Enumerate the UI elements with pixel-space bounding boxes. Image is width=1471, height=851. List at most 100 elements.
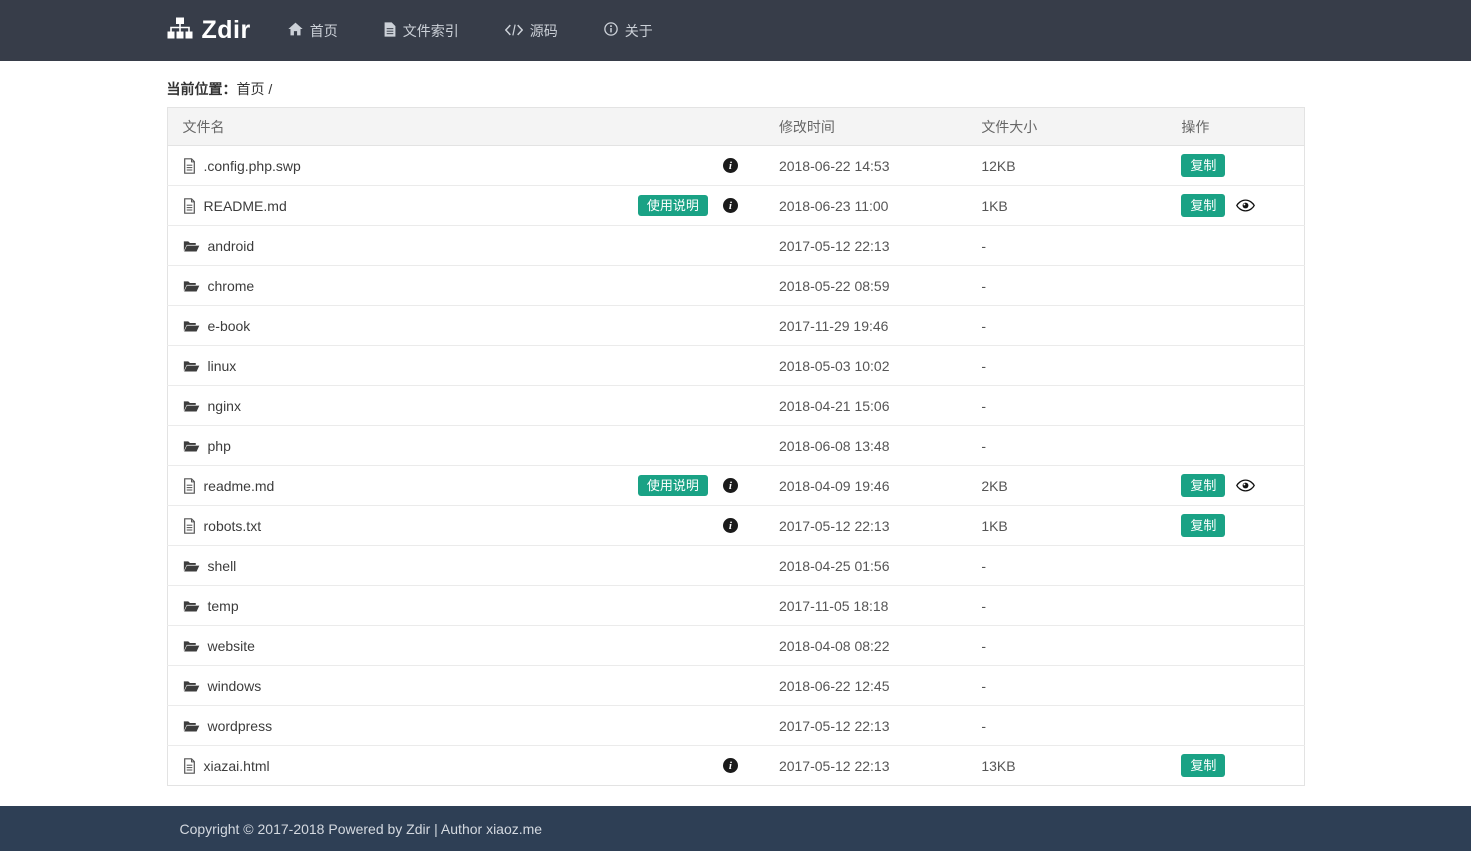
file-size-cell: -: [966, 666, 1166, 706]
filename-link[interactable]: .config.php.swp: [204, 158, 301, 174]
nav-item-label: 源码: [530, 21, 558, 41]
actions-cell: [1166, 226, 1304, 266]
actions-cell: [1166, 266, 1304, 306]
column-header-action: 操作: [1166, 108, 1304, 146]
filename-link[interactable]: nginx: [208, 398, 241, 414]
file-text-icon: [183, 478, 196, 494]
filename-link[interactable]: shell: [208, 558, 237, 574]
table-row: xiazai.html i 2017-05-12 22:13 13KB 复制: [167, 746, 1304, 786]
filename-link[interactable]: e-book: [208, 318, 251, 334]
modified-time-cell: 2017-11-05 18:18: [764, 586, 966, 626]
modified-time-cell: 2017-11-29 19:46: [764, 306, 966, 346]
actions-cell: [1166, 586, 1304, 626]
nav-item-label: 首页: [310, 21, 338, 41]
info-icon[interactable]: i: [723, 198, 738, 213]
info-icon[interactable]: i: [723, 518, 738, 533]
filename-cell: e-book: [167, 306, 764, 346]
filename-cell: shell: [167, 546, 764, 586]
home-icon: [288, 22, 303, 39]
filename-link[interactable]: wordpress: [208, 718, 273, 734]
folder-open-icon: [183, 279, 200, 293]
filename-cell: readme.md 使用说明 i: [167, 466, 764, 506]
file-size-cell: -: [966, 306, 1166, 346]
actions-cell: [1166, 386, 1304, 426]
folder-open-icon: [183, 679, 200, 693]
file-size-cell: -: [966, 626, 1166, 666]
filename-link[interactable]: xiazai.html: [204, 758, 270, 774]
table-row: linux 2018-05-03 10:02 -: [167, 346, 1304, 386]
top-navbar: Zdir 首页 文件索引: [0, 0, 1471, 61]
filename-cell: website: [167, 626, 764, 666]
brand-logo[interactable]: Zdir: [167, 16, 251, 45]
file-size-cell: -: [966, 546, 1166, 586]
nav-item-about[interactable]: 关于: [581, 0, 676, 61]
table-row: robots.txt i 2017-05-12 22:13 1KB 复制: [167, 506, 1304, 546]
filename-link[interactable]: linux: [208, 358, 237, 374]
preview-eye-icon[interactable]: [1236, 199, 1255, 212]
actions-cell: [1166, 346, 1304, 386]
filename-cell: wordpress: [167, 706, 764, 746]
file-size-cell: 1KB: [966, 506, 1166, 546]
filename-cell: chrome: [167, 266, 764, 306]
filename-link[interactable]: chrome: [208, 278, 255, 294]
nav-item-source[interactable]: 源码: [482, 0, 581, 61]
file-text-icon: [183, 158, 196, 174]
table-row: windows 2018-06-22 12:45 -: [167, 666, 1304, 706]
actions-cell: [1166, 306, 1304, 346]
filename-link[interactable]: android: [208, 238, 255, 254]
file-size-cell: 13KB: [966, 746, 1166, 786]
modified-time-cell: 2018-05-03 10:02: [764, 346, 966, 386]
actions-cell: 复制: [1166, 146, 1304, 186]
filename-link[interactable]: README.md: [204, 198, 287, 214]
breadcrumb-current-link[interactable]: 首页 /: [237, 79, 273, 99]
filename-cell: linux: [167, 346, 764, 386]
file-size-cell: 1KB: [966, 186, 1166, 226]
nav-item-file-index[interactable]: 文件索引: [361, 0, 482, 61]
copy-button[interactable]: 复制: [1181, 474, 1225, 497]
filename-link[interactable]: temp: [208, 598, 239, 614]
copy-button[interactable]: 复制: [1181, 514, 1225, 537]
nav-item-label: 文件索引: [403, 21, 459, 41]
preview-eye-icon[interactable]: [1236, 479, 1255, 492]
file-size-cell: -: [966, 266, 1166, 306]
file-size-cell: -: [966, 386, 1166, 426]
filename-link[interactable]: website: [208, 638, 255, 654]
filename-cell: temp: [167, 586, 764, 626]
filename-cell: README.md 使用说明 i: [167, 186, 764, 226]
info-icon[interactable]: i: [723, 758, 738, 773]
modified-time-cell: 2018-04-25 01:56: [764, 546, 966, 586]
info-icon[interactable]: i: [723, 478, 738, 493]
filename-link[interactable]: php: [208, 438, 231, 454]
file-size-cell: -: [966, 346, 1166, 386]
footer: Copyright © 2017-2018 Powered by Zdir | …: [0, 806, 1471, 851]
actions-cell: 复制: [1166, 186, 1304, 226]
usage-guide-badge[interactable]: 使用说明: [638, 195, 708, 216]
modified-time-cell: 2018-06-22 12:45: [764, 666, 966, 706]
folder-open-icon: [183, 239, 200, 253]
file-table: 文件名 修改时间 文件大小 操作: [167, 107, 1305, 786]
footer-copyright: Copyright © 2017-2018 Powered by Zdir | …: [167, 821, 1305, 837]
actions-cell: [1166, 666, 1304, 706]
copy-button[interactable]: 复制: [1181, 154, 1225, 177]
folder-open-icon: [183, 439, 200, 453]
info-icon[interactable]: i: [723, 158, 738, 173]
actions-cell: [1166, 626, 1304, 666]
filename-link[interactable]: robots.txt: [204, 518, 262, 534]
copy-button[interactable]: 复制: [1181, 194, 1225, 217]
actions-cell: [1166, 546, 1304, 586]
actions-cell: [1166, 426, 1304, 466]
filename-cell: .config.php.swp i: [167, 146, 764, 186]
filename-link[interactable]: windows: [208, 678, 262, 694]
table-row: chrome 2018-05-22 08:59 -: [167, 266, 1304, 306]
nav-item-home[interactable]: 首页: [265, 0, 361, 61]
folder-open-icon: [183, 599, 200, 613]
filename-cell: xiazai.html i: [167, 746, 764, 786]
copy-button[interactable]: 复制: [1181, 754, 1225, 777]
filename-link[interactable]: readme.md: [204, 478, 275, 494]
actions-cell: 复制: [1166, 746, 1304, 786]
nav-item-label: 关于: [625, 21, 653, 41]
usage-guide-badge[interactable]: 使用说明: [638, 475, 708, 496]
folder-open-icon: [183, 719, 200, 733]
brand-name: Zdir: [202, 16, 251, 45]
table-row: php 2018-06-08 13:48 -: [167, 426, 1304, 466]
